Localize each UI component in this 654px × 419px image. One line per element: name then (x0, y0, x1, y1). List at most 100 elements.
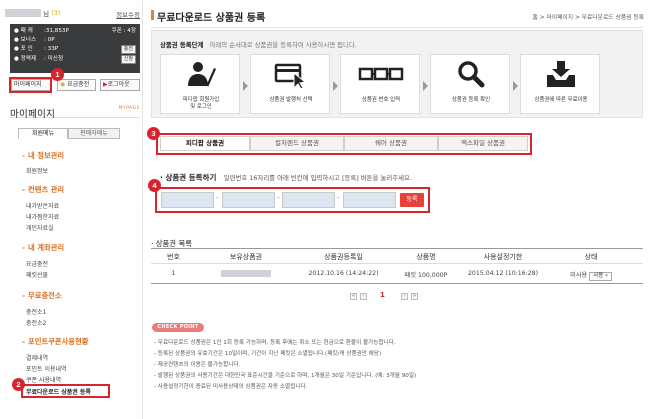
sidebar-section-points: - 포인트쿠폰사용현황 (22, 337, 89, 346)
highlight-box-2 (21, 384, 110, 398)
step-label: 상품권 등록 확인 (451, 97, 491, 103)
breadcrumb-mypage[interactable]: 마이페이지 (546, 15, 573, 21)
sidebar-tabs: 회원메뉴 판매자메뉴 (18, 128, 140, 139)
sidebar-item-point-usage[interactable]: 포인트 이용내역 (26, 364, 67, 373)
person-pen-icon (161, 59, 241, 89)
stat-value: : 미신청 (44, 55, 64, 62)
register-desc: 일련번호 16자리를 아래 빈칸에 입력하시고 [등록] 버튼을 눌러주세요. (223, 174, 412, 182)
steps-header: 상품권 등록단계 아래의 순서대로 상품권을 등록하여 사용하시면 됩니다. (160, 40, 357, 49)
sidebar-item-station1[interactable]: 충전소1 (26, 307, 46, 316)
note-line: - 제공컨텐츠의 이용은 불가능합니다. (154, 362, 241, 368)
table-header: 번호 보유상품권 상품권등록일 상품명 사용설정기한 상태 (151, 248, 643, 264)
column-header: 사용설정기한 (483, 253, 523, 261)
sidebar-item-payments[interactable]: 결제내역 (26, 353, 48, 362)
step-card-signup: 피디팝 회원가입 및 로그인 (160, 54, 240, 114)
apply-badge-button[interactable]: 신청 (120, 54, 136, 64)
step-label: 상품권 발행처 선택 (269, 97, 313, 103)
tab-member-menu[interactable]: 회원메뉴 (18, 128, 68, 139)
step-label-line2: 및 로그인 (190, 104, 212, 110)
stat-row-packet: ● 패 캐:31,853P 쿠폰 : 4장 (14, 27, 136, 36)
card-cursor-icon (251, 59, 331, 90)
row-number: 1 (171, 270, 176, 277)
voucher-code-blurred (196, 270, 296, 279)
stat-key: ● 포 인 (14, 46, 33, 53)
step-card-use: 상품권에 따른 무료이용 (520, 54, 600, 114)
step-card-confirm: 상품권 등록 확인 (430, 54, 510, 114)
logout-button-label: 로그아웃 (107, 81, 130, 88)
highlight-box-4 (155, 187, 430, 213)
step-label-line1: 피디팝 회원가입 (182, 97, 220, 103)
step-label: 피디팝 회원가입 및 로그인 (161, 97, 241, 111)
steps-title: 상품권 등록단계 (160, 41, 204, 49)
stat-value: :31,853P (44, 28, 69, 34)
page-title: 무료다운로드 상품권 등록 (157, 13, 266, 24)
user-name-blurred (5, 9, 41, 17)
note-line: - 무료다운로드 상품권은 1인 1회 등록 가능하며, 등록 후에는 취소 또… (154, 340, 396, 346)
stat-row-flat: ● 정액제 : 미신청 신청 (14, 54, 136, 64)
table-row: 1 2012.10.16 (14:24:22) 패킷 100,000P 2015… (151, 264, 643, 284)
charge-badge-button[interactable]: 충전 (120, 45, 136, 55)
first-page-button[interactable]: « (350, 293, 357, 300)
register-header: · 상품권 등록하기 일련번호 16자리를 아래 빈칸에 입력하시고 [등록] … (160, 172, 412, 183)
use-select-value: 사용 (593, 273, 604, 279)
step-marker-3: 3 (147, 127, 160, 140)
check-point-badge: CHECK POINT (152, 323, 204, 332)
breadcrumb-home[interactable]: 홈 (533, 15, 538, 21)
serial-boxes-icon (341, 59, 421, 89)
note-line: - 발행된 상품권의 사용기간은 대한민국 표준시간을 기준으로 하며, 1개월… (154, 373, 417, 379)
step-card-issuer: 상품권 발행처 선택 (250, 54, 330, 114)
highlight-box-3 (156, 133, 532, 155)
download-tray-icon (521, 59, 601, 89)
steps-panel: 상품권 등록단계 아래의 순서대로 상품권을 등록하여 사용하시면 됩니다. 피… (151, 30, 643, 118)
step-label: 상품권에 따른 무료이용 (534, 97, 588, 103)
coin-icon: ◉ (60, 81, 66, 88)
sidebar-item-station2[interactable]: 충전소2 (26, 318, 46, 327)
column-header: 번호 (167, 253, 180, 261)
user-stats-panel: ● 패 캐:31,853P 쿠폰 : 4장 ● 보너스: 0P ● 포 인: 3… (10, 24, 140, 73)
expiry-date: 2015.04.12 (10:16:28) (467, 270, 538, 277)
sidebar-item-charge[interactable]: 요금충전 (26, 259, 48, 268)
edit-info-link[interactable]: 정보수정 (116, 9, 140, 19)
stat-key: ● 정액제 (14, 55, 37, 62)
step-arrow-icon (243, 81, 248, 91)
coupon-count: 쿠폰 : 4장 (111, 28, 136, 34)
logout-button[interactable]: ▶로그아웃 (100, 79, 140, 91)
next-page-button[interactable]: › (401, 293, 408, 300)
sidebar-item-wishlist[interactable]: 내가찜한자료 (26, 212, 59, 221)
prev-page-button[interactable]: ‹ (360, 293, 367, 300)
magnifier-icon (431, 59, 511, 89)
chevron-down-icon: ▾ (605, 273, 608, 279)
blur-mask (221, 270, 271, 277)
use-select[interactable]: 사용 ▾ (589, 272, 612, 281)
stat-key: ● 보너스 (14, 37, 37, 44)
section-title: 포인트쿠폰사용현황 (28, 337, 89, 346)
column-header: 보유상품권 (229, 253, 263, 261)
current-page[interactable]: 1 (380, 291, 385, 299)
breadcrumb-sep: > (574, 15, 580, 21)
register-title: · 상품권 등록하기 (160, 173, 217, 182)
section-title: 내 계좌관리 (28, 243, 65, 252)
step-label: 상품권 번호 입력 (361, 97, 401, 103)
sidebar-item-gift[interactable]: 패킷선물 (26, 270, 48, 279)
sidebar-section-account: -내 계좌관리 (22, 243, 65, 252)
sidebar-item-coupon-usage[interactable]: 쿠폰 사용내역 (26, 375, 61, 384)
sidebar-item-received[interactable]: 내가받은자료 (26, 201, 59, 210)
section-title: 컨텐츠 관리 (28, 185, 65, 194)
highlight-box-1 (9, 77, 52, 93)
column-header: 상태 (584, 253, 598, 261)
user-name-suffix: 님 (43, 10, 50, 18)
section-title: 내 정보관리 (28, 151, 65, 160)
user-level: (3) (51, 9, 61, 17)
charge-button[interactable]: ◉ 요금충전 (57, 79, 96, 91)
step-arrow-icon (513, 81, 518, 91)
sidebar-header: 마이페이지 MYPAGE (10, 102, 140, 120)
sidebar-item-personal[interactable]: 개인자료실 (26, 223, 54, 232)
section-title: 무료충전소 (28, 291, 62, 300)
last-page-button[interactable]: » (411, 293, 418, 300)
pagination: « ‹ 1 › » (346, 291, 422, 302)
title-divider (151, 27, 643, 28)
sidebar-item-member-info[interactable]: 회원정보 (26, 166, 48, 175)
left-sidebar: 님 (3) 정보수정 ● 패 캐:31,853P 쿠폰 : 4장 ● 보너스: … (0, 0, 143, 419)
tab-seller-menu[interactable]: 판매자메뉴 (68, 128, 120, 139)
charge-button-label: 요금충전 (67, 81, 90, 88)
